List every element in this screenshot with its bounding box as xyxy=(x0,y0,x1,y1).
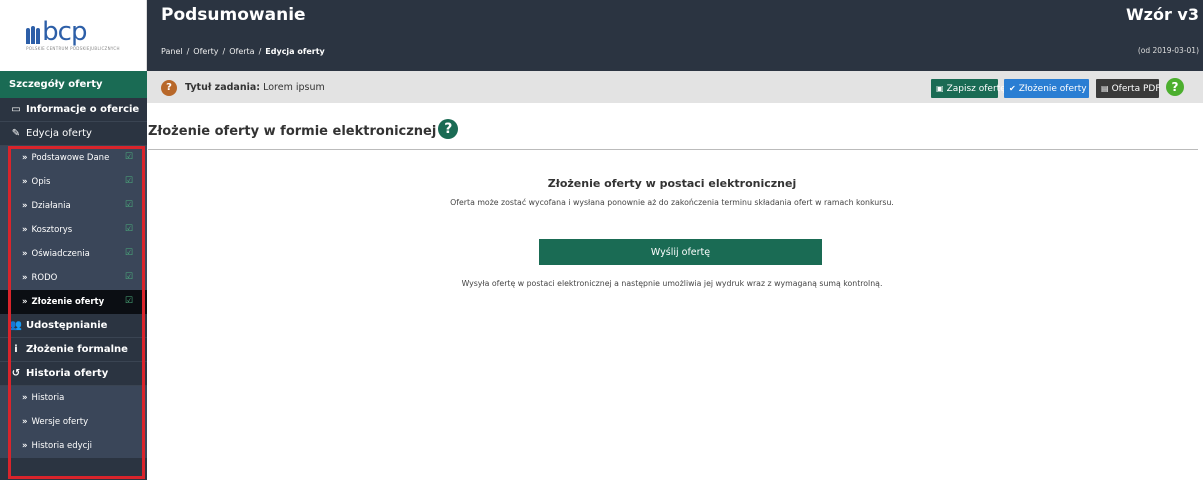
template-date: (od 2019-03-01) xyxy=(1137,46,1199,55)
task-bar: ? Tytuł zadania: Lorem ipsum ▣ Zapisz of… xyxy=(147,71,1203,103)
sidebar-heading[interactable]: Szczegóły oferty xyxy=(0,71,147,98)
users-icon: 👥 xyxy=(9,320,23,331)
check-icon: ☑ xyxy=(124,176,133,186)
sidebar-sub-label: Podstawowe Dane xyxy=(31,153,110,163)
sidebar-item-label: Historia oferty xyxy=(26,368,109,379)
breadcrumb-item[interactable]: Oferty xyxy=(193,47,218,56)
sidebar-sub-label: Opis xyxy=(31,177,51,187)
people-logo-icon xyxy=(26,26,41,44)
breadcrumb-current: Edycja oferty xyxy=(265,47,325,56)
pdf-icon: ▤ xyxy=(1101,84,1109,93)
check-icon: ☑ xyxy=(124,272,133,282)
offer-pdf-button[interactable]: ▤ Oferta PDF xyxy=(1096,79,1161,98)
double-chevron-icon: » xyxy=(22,225,28,235)
send-description: Wysyła ofertę w postaci elektronicznej a… xyxy=(461,279,883,288)
double-chevron-icon: » xyxy=(22,417,28,427)
sidebar-item-udostepnianie[interactable]: 👥 Udostępnianie xyxy=(0,314,147,338)
sidebar-item-informacje[interactable]: ▭ Informacje o ofercie xyxy=(0,98,147,122)
sidebar-sub-label: Wersje oferty xyxy=(31,417,89,427)
section-heading: Złożenie oferty w formie elektronicznej … xyxy=(148,119,459,139)
breadcrumb-item[interactable]: Oferta xyxy=(229,47,254,56)
sidebar-item-edycja[interactable]: ✎ Edycja oferty xyxy=(0,122,147,146)
main-content: Złożenie oferty w formie elektronicznej … xyxy=(147,103,1203,480)
sidebar-item-label: Informacje o ofercie xyxy=(26,104,140,115)
sidebar: bcp POLSKIE CENTRUM PODSKIEJUBLICZNYCH S… xyxy=(0,0,147,480)
save-offer-button[interactable]: ▣ Zapisz ofertę xyxy=(931,79,1006,98)
task-value: Lorem ipsum xyxy=(263,82,325,93)
sidebar-sub-opis[interactable]: » Opis ☑ xyxy=(0,170,147,194)
sidebar-sub-label: Historia xyxy=(31,393,65,403)
check-icon: ☑ xyxy=(124,152,133,162)
section-heading-text: Złożenie oferty w formie elektronicznej xyxy=(148,123,437,139)
double-chevron-icon: » xyxy=(22,201,28,211)
submission-title: Złożenie oferty w postaci elektronicznej xyxy=(547,177,797,190)
sidebar-sub-wersje-oferty[interactable]: » Wersje oferty xyxy=(0,410,147,434)
sidebar-item-label: Edycja oferty xyxy=(26,128,92,139)
sidebar-item-label: Udostępnianie xyxy=(26,320,108,331)
check-icon: ☑ xyxy=(124,248,133,258)
check-icon: ☑ xyxy=(124,224,133,234)
sidebar-sub-label: Historia edycji xyxy=(31,441,93,451)
sidebar-sub-kosztorys[interactable]: » Kosztorys ☑ xyxy=(0,218,147,242)
submit-offer-button[interactable]: ✔ Złożenie oferty xyxy=(1004,79,1089,98)
question-icon[interactable]: ? xyxy=(161,80,177,96)
sidebar-item-label: Złożenie formalne xyxy=(26,344,128,355)
sidebar-sub-zlozenie-oferty[interactable]: » Złożenie oferty ☑ xyxy=(0,290,147,314)
pencil-icon: ✎ xyxy=(11,128,21,139)
send-offer-button[interactable]: Wyślij ofertę xyxy=(539,239,822,265)
submit-offer-label: Złożenie oferty xyxy=(1018,83,1087,94)
sidebar-sub-dzialania[interactable]: » Działania ☑ xyxy=(0,194,147,218)
sidebar-sub-label: Oświadczenia xyxy=(31,249,90,259)
sidebar-sub-oswiadczenia[interactable]: » Oświadczenia ☑ xyxy=(0,242,147,266)
breadcrumb: Panel / Oferty / Oferta / Edycja oferty xyxy=(161,47,325,56)
sidebar-item-historia-oferty[interactable]: ↺ Historia oferty xyxy=(0,362,147,386)
sidebar-sub-historia-edycji[interactable]: » Historia edycji xyxy=(0,434,147,458)
history-icon: ↺ xyxy=(11,368,21,379)
check-icon: ☑ xyxy=(124,200,133,210)
double-chevron-icon: » xyxy=(22,273,28,283)
logo-subtitle: POLSKIE CENTRUM PODSKIEJUBLICZNYCH xyxy=(26,46,120,51)
double-chevron-icon: » xyxy=(22,153,28,163)
task-title: Tytuł zadania: Lorem ipsum xyxy=(185,82,325,93)
sidebar-item-zlozenie-formalne[interactable]: i Złożenie formalne xyxy=(0,338,147,362)
save-icon: ▣ xyxy=(936,84,944,93)
save-offer-label: Zapisz ofertę xyxy=(946,83,1006,94)
app-root: bcp POLSKIE CENTRUM PODSKIEJUBLICZNYCH S… xyxy=(0,0,1203,480)
help-circle-icon[interactable]: ? xyxy=(438,119,459,139)
sidebar-sub-rodo[interactable]: » RODO ☑ xyxy=(0,266,147,290)
sidebar-sub-label: Złożenie oferty xyxy=(31,297,105,307)
divider xyxy=(148,149,1198,150)
sidebar-sub-label: Kosztorys xyxy=(31,225,73,235)
logo[interactable]: bcp POLSKIE CENTRUM PODSKIEJUBLICZNYCH xyxy=(0,0,147,71)
offer-pdf-label: Oferta PDF xyxy=(1111,83,1161,94)
sidebar-sub-historia[interactable]: » Historia xyxy=(0,386,147,410)
check-circle-icon: ✔ xyxy=(1009,84,1016,93)
page-title: Podsumowanie xyxy=(161,5,306,25)
double-chevron-icon: » xyxy=(22,297,28,307)
top-bar: Podsumowanie Panel / Oferty / Oferta / Edycja … xyxy=(147,0,1203,71)
monitor-icon: ▭ xyxy=(11,104,21,115)
double-chevron-icon: » xyxy=(22,249,28,259)
logo-word: bcp xyxy=(42,17,87,47)
submission-description: Oferta może zostać wycofana i wysłana po… xyxy=(450,198,894,207)
info-icon: i xyxy=(14,344,18,355)
sidebar-sub-podstawowe-dane[interactable]: » Podstawowe Dane ☑ xyxy=(0,146,147,170)
sidebar-sub-label: Działania xyxy=(31,201,71,211)
check-icon: ☑ xyxy=(124,296,133,306)
template-title: Wzór v3 xyxy=(1126,5,1199,24)
sidebar-sub-label: RODO xyxy=(31,273,58,283)
double-chevron-icon: » xyxy=(22,393,28,403)
help-icon[interactable]: ? xyxy=(1166,78,1184,96)
double-chevron-icon: » xyxy=(22,177,28,187)
double-chevron-icon: » xyxy=(22,441,28,451)
breadcrumb-item[interactable]: Panel xyxy=(161,47,183,56)
task-label: Tytuł zadania: xyxy=(185,82,261,93)
